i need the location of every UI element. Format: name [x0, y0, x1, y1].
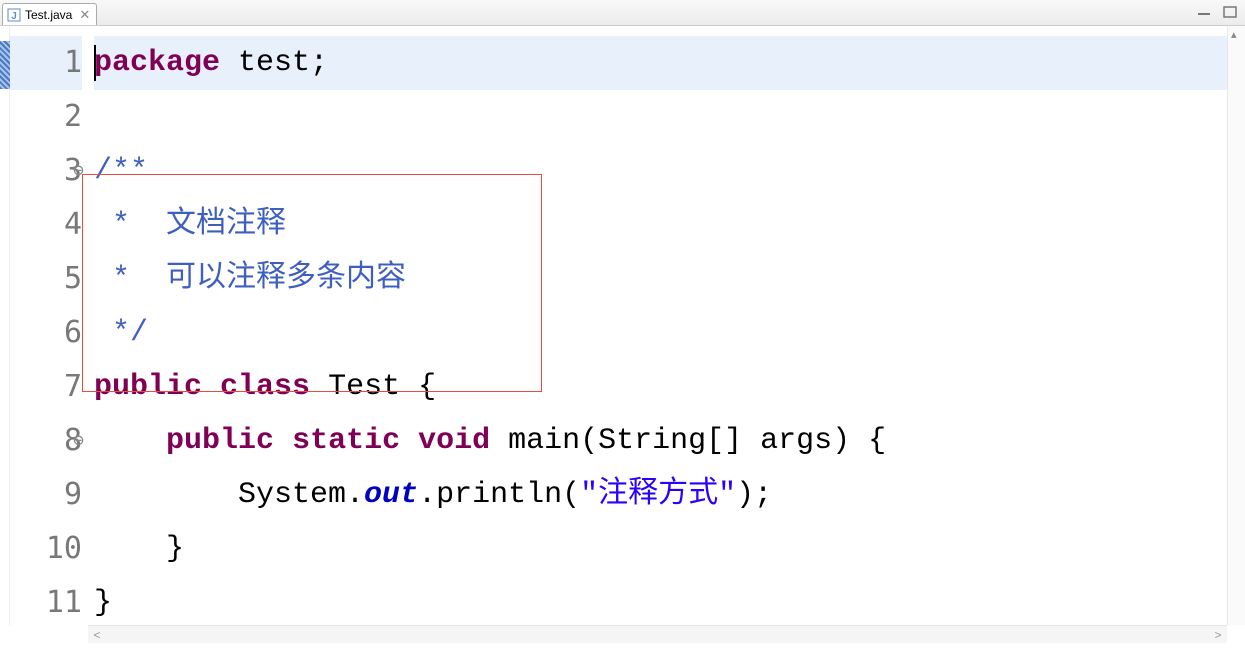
window-controls: [1195, 4, 1239, 20]
line-number: 9: [10, 468, 82, 522]
code-token-str: "注释方式": [580, 468, 736, 522]
svg-text:J: J: [11, 11, 17, 22]
code-token-plain: }: [94, 576, 112, 625]
close-tab-icon[interactable]: ✕: [79, 7, 90, 23]
code-token-kw: void: [418, 414, 490, 468]
line-number: 7: [10, 360, 82, 414]
code-token-kw: static: [292, 414, 400, 468]
code-token-plain: .println(: [418, 468, 580, 522]
java-file-icon: J: [7, 8, 21, 22]
code-token-kw: public: [166, 414, 274, 468]
code-line[interactable]: System.out.println("注释方式");: [94, 468, 1227, 522]
code-line[interactable]: public static void main(String[] args) {: [94, 414, 1227, 468]
tab-bar: J Test.java ✕: [0, 0, 1245, 26]
editor-tab-test-java[interactable]: J Test.java ✕: [2, 3, 97, 25]
code-line[interactable]: public class Test {: [94, 360, 1227, 414]
editor-area: 123⊖45678⊖91011 package test;/** * 文档注释 …: [0, 26, 1245, 625]
code-token-plain: );: [736, 468, 772, 522]
fold-toggle-icon[interactable]: ⊖: [70, 164, 84, 178]
line-number: 11: [10, 576, 82, 630]
line-number: 4: [10, 198, 82, 252]
code-token-plain: test;: [220, 36, 328, 90]
code-token-plain: System.: [94, 468, 364, 522]
code-token-doc: */: [94, 306, 148, 360]
code-token-doc: * 文档注释: [94, 198, 286, 252]
code-editor[interactable]: package test;/** * 文档注释 * 可以注释多条内容 */pub…: [88, 26, 1227, 625]
code-token-plain: [274, 414, 292, 468]
code-token-plain: [400, 414, 418, 468]
code-token-plain: [94, 414, 166, 468]
line-number: 3⊖: [10, 144, 82, 198]
code-token-kw: class: [220, 360, 310, 414]
tab-label: Test.java: [25, 8, 72, 22]
code-token-doc: /**: [94, 144, 148, 198]
line-number-gutter: 123⊖45678⊖91011: [10, 26, 88, 625]
code-line[interactable]: */: [94, 306, 1227, 360]
coverage-marker: [0, 41, 10, 89]
code-line[interactable]: }: [94, 576, 1227, 625]
code-line[interactable]: package test;: [94, 36, 1227, 90]
scroll-up-icon[interactable]: ▴: [1231, 28, 1237, 41]
line-number: 5: [10, 252, 82, 306]
line-number: 10: [10, 522, 82, 576]
code-token-field: out: [364, 468, 418, 522]
scroll-right-button[interactable]: >: [1209, 628, 1227, 642]
code-token-plain: main(String[] args) {: [490, 414, 886, 468]
maximize-button[interactable]: [1221, 4, 1239, 20]
code-token-kw: package: [94, 36, 220, 90]
horizontal-scrollbar[interactable]: < >: [88, 625, 1227, 643]
code-line[interactable]: }: [94, 522, 1227, 576]
code-line[interactable]: [94, 90, 1227, 144]
code-token-doc: * 可以注释多条内容: [94, 252, 406, 306]
code-line[interactable]: /**: [94, 144, 1227, 198]
line-number: 2: [10, 90, 82, 144]
fold-toggle-icon[interactable]: ⊖: [70, 434, 84, 448]
line-number: 1: [10, 36, 82, 90]
code-line[interactable]: * 可以注释多条内容: [94, 252, 1227, 306]
minimize-button[interactable]: [1195, 4, 1213, 20]
line-number: 6: [10, 306, 82, 360]
overview-ruler[interactable]: ▴: [1227, 26, 1245, 625]
code-token-kw: public: [94, 360, 202, 414]
marker-strip: [0, 26, 10, 625]
line-number: 8⊖: [10, 414, 82, 468]
code-token-plain: Test {: [310, 360, 436, 414]
code-token-plain: }: [94, 522, 184, 576]
code-line[interactable]: * 文档注释: [94, 198, 1227, 252]
code-token-plain: [202, 360, 220, 414]
scroll-left-button[interactable]: <: [88, 628, 106, 642]
